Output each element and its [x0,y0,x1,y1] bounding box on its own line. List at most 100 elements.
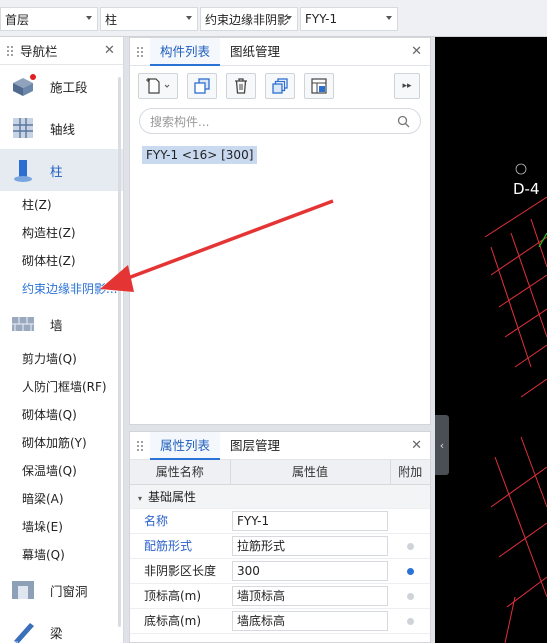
floor-select-value: 首层 [5,12,30,27]
column-icon [10,157,36,183]
property-value-field[interactable]: 拉筋形式 [232,535,388,556]
nav-item-shear-wall[interactable]: 剪力墙(Q) [0,345,123,373]
collapse-triangle-icon[interactable]: ▾ [138,494,142,503]
nav-item-constructional-column[interactable]: 构造柱(Z) [0,219,123,247]
property-value-field[interactable]: 墙底标高 [232,610,388,631]
column-header-name: 属性名称 [130,460,231,485]
nav-category-label: 门窗洞 [50,583,88,599]
beam-icon [10,619,36,643]
property-row: 配筋形式 拉筋形式 [130,533,430,559]
cad-grid-drawing [484,163,547,643]
nav-item-column[interactable]: 柱(Z) [0,191,123,219]
component-select[interactable]: FYY-1 [300,7,398,31]
property-table: 属性名称 属性值 附加 ▾ 基础属性 名称 FYY-1 配筋形式 拉筋形式 非阴影… [130,460,430,634]
property-name: 非阴影区长度 [130,558,230,584]
new-component-button[interactable] [138,73,178,99]
nav-header: 导航栏 ✕ [0,37,123,65]
category-select-value: 柱 [105,12,118,27]
door-window-icon [10,577,36,603]
category-select[interactable]: 柱 [100,7,198,31]
top-toolbar: 首层 柱 约束边缘非阴影 FYY-1 [0,0,547,37]
subcategory-select-value: 约束边缘非阴影 [205,12,290,27]
copy-component-button[interactable] [187,73,217,99]
attach-toggle[interactable] [406,567,414,575]
nav-item-hidden-beam[interactable]: 暗梁(A) [0,485,123,513]
property-value-field[interactable]: 墙顶标高 [232,585,388,606]
double-chevron-right-icon: ▸▸ [402,81,412,91]
property-row: 非阴影区长度 300 [130,558,430,584]
subcategory-select[interactable]: 约束边缘非阴影 [200,7,298,31]
search-placeholder: 搜索构件... [150,114,210,129]
delete-component-button[interactable] [226,73,256,99]
nav-category-label: 轴线 [50,121,76,137]
more-tools-button[interactable]: ▸▸ [394,73,420,99]
chevron-left-icon: ‹ [439,438,445,452]
nav-scrollbar[interactable] [118,77,121,627]
close-icon[interactable]: ✕ [411,44,422,59]
property-name: 配筋形式 [130,533,230,559]
component-panel-tabs: 构件列表 图纸管理 ✕ [130,37,430,66]
nav-title: 导航栏 [20,44,58,59]
property-name: 底标高(m) [130,608,230,634]
drag-handle-icon[interactable] [136,45,144,58]
chevron-down-icon [86,16,92,20]
duplicate-layer-button[interactable] [265,73,295,99]
drag-handle-icon[interactable] [136,439,144,452]
trash-icon [235,78,247,94]
filter-component-button[interactable] [304,73,334,99]
attach-toggle[interactable] [406,542,414,550]
nav-category-beam[interactable]: 梁 [0,611,123,643]
component-list-panel: 构件列表 图纸管理 ✕ ▸▸ 搜索构件... FYY-1 <16> [300] [129,37,431,425]
property-name: 名称 [130,508,230,534]
tab-property-list[interactable]: 属性列表 [150,431,221,460]
tab-drawing-management[interactable]: 图纸管理 [220,38,290,66]
component-list-item[interactable]: FYY-1 <16> [300] [142,146,258,164]
chevron-down-icon [186,16,192,20]
drawing-canvas[interactable]: D-4 [435,37,547,643]
new-file-icon [146,78,170,94]
nav-item-curtain-wall[interactable]: 幕墙(Q) [0,541,123,569]
axis-grid-icon [10,115,36,141]
chevron-down-icon [286,16,292,20]
search-icon [397,115,410,128]
tab-layer-management[interactable]: 图层管理 [220,432,290,460]
property-row: 名称 FYY-1 [130,508,430,534]
property-name: 顶标高(m) [130,583,230,609]
close-icon[interactable]: ✕ [411,438,422,453]
nav-category-opening[interactable]: 门窗洞 [0,569,123,611]
property-list-panel: 属性列表 图层管理 ✕ 属性名称 属性值 附加 ▾ 基础属性 名称 FYY-1 配… [129,431,431,643]
property-value-field[interactable]: 300 [232,560,388,581]
drag-handle-icon[interactable] [6,44,14,57]
construction-segment-icon [10,73,36,99]
property-group-row[interactable]: ▾ 基础属性 [130,484,430,509]
nav-item-constraint-edge-non-shadow[interactable]: 约束边缘非阴影... [0,275,123,303]
nav-item-masonry-wall[interactable]: 砌体墙(Q) [0,401,123,429]
nav-item-wall-buttress[interactable]: 墙垛(E) [0,513,123,541]
collapse-panel-handle[interactable]: ‹ [435,415,449,475]
nav-category-label: 柱 [50,163,63,179]
attach-toggle[interactable] [406,617,414,625]
tab-component-list[interactable]: 构件列表 [150,37,221,66]
nav-category-construction[interactable]: 施工段 [0,65,123,107]
nav-category-column[interactable]: 柱 [0,149,123,191]
component-toolbar: ▸▸ [130,66,430,106]
nav-category-label: 梁 [50,625,63,641]
nav-item-masonry-column[interactable]: 砌体柱(Z) [0,247,123,275]
nav-item-insulation-wall[interactable]: 保温墙(Q) [0,457,123,485]
nav-category-axis[interactable]: 轴线 [0,107,123,149]
wall-icon [10,311,36,337]
column-header-extra: 附加 [390,460,430,485]
property-extra-cell [390,508,430,534]
nav-category-wall[interactable]: 墙 [0,303,123,345]
nav-item-civil-defense-door-wall[interactable]: 人防门框墙(RF) [0,373,123,401]
close-icon[interactable]: ✕ [104,43,115,58]
attach-toggle[interactable] [406,592,414,600]
floor-select[interactable]: 首层 [0,7,98,31]
axis-label: D-4 [513,180,540,198]
column-header-value: 属性值 [230,460,391,485]
nav-category-label: 墙 [50,317,63,333]
component-search-input[interactable]: 搜索构件... [139,108,421,134]
filter-table-icon [311,78,327,94]
nav-item-masonry-reinforcement[interactable]: 砌体加筋(Y) [0,429,123,457]
property-value-field[interactable]: FYY-1 [232,510,388,531]
